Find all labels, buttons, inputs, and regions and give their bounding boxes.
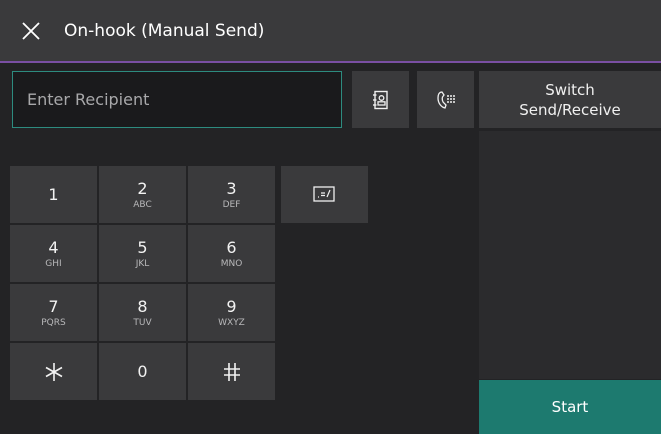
key-2[interactable]: 2 ABC xyxy=(99,166,186,223)
key-star[interactable] xyxy=(10,343,97,400)
key-letters: ABC xyxy=(133,199,152,210)
key-1[interactable]: 1 xyxy=(10,166,97,223)
switch-label-line2: Send/Receive xyxy=(519,100,621,119)
key-4[interactable]: 4 GHI xyxy=(10,225,97,282)
key-letters: PQRS xyxy=(41,317,66,328)
key-letters: DEF xyxy=(222,199,241,210)
page-title: On-hook (Manual Send) xyxy=(64,21,265,41)
key-7[interactable]: 7 PQRS xyxy=(10,284,97,341)
key-5[interactable]: 5 JKL xyxy=(99,225,186,282)
key-6[interactable]: 6 MNO xyxy=(188,225,275,282)
key-digit: 7 xyxy=(48,296,59,316)
key-digit: 0 xyxy=(137,362,148,381)
key-3[interactable]: 3 DEF xyxy=(188,166,275,223)
special-character-button[interactable] xyxy=(281,166,368,223)
key-0[interactable]: 0 xyxy=(99,343,186,400)
dial-keypad-icon xyxy=(437,91,455,109)
key-letters: GHI xyxy=(45,258,62,269)
key-digit: 2 xyxy=(137,178,148,198)
start-button[interactable]: Start xyxy=(479,380,661,434)
right-panel xyxy=(479,131,661,379)
key-letters: JKL xyxy=(135,258,150,269)
close-icon[interactable] xyxy=(20,20,42,42)
key-letters: WXYZ xyxy=(218,317,245,328)
hash-icon xyxy=(223,362,240,381)
header-bar: On-hook (Manual Send) xyxy=(0,0,661,61)
key-9[interactable]: 9 WXYZ xyxy=(188,284,275,341)
asterisk-icon xyxy=(45,362,62,381)
key-digit: 6 xyxy=(226,237,237,257)
address-book-icon xyxy=(373,90,388,110)
key-hash[interactable] xyxy=(188,343,275,400)
key-digit: 1 xyxy=(48,185,59,204)
dial-pause-button[interactable] xyxy=(417,71,474,128)
address-book-button[interactable] xyxy=(352,71,409,128)
key-digit: 3 xyxy=(226,178,237,198)
key-letters: MNO xyxy=(220,258,243,269)
recipient-input[interactable] xyxy=(13,72,341,127)
key-digit: 4 xyxy=(48,237,59,257)
recipient-field[interactable] xyxy=(12,71,342,128)
key-digit: 8 xyxy=(137,296,148,316)
key-digit: 5 xyxy=(137,237,148,257)
key-letters: TUV xyxy=(133,317,152,328)
key-8[interactable]: 8 TUV xyxy=(99,284,186,341)
start-label: Start xyxy=(551,398,589,416)
key-digit: 9 xyxy=(226,296,237,316)
switch-send-receive-button[interactable]: Switch Send/Receive xyxy=(479,71,661,128)
special-character-icon xyxy=(313,186,335,202)
switch-label-line1: Switch xyxy=(545,80,595,99)
